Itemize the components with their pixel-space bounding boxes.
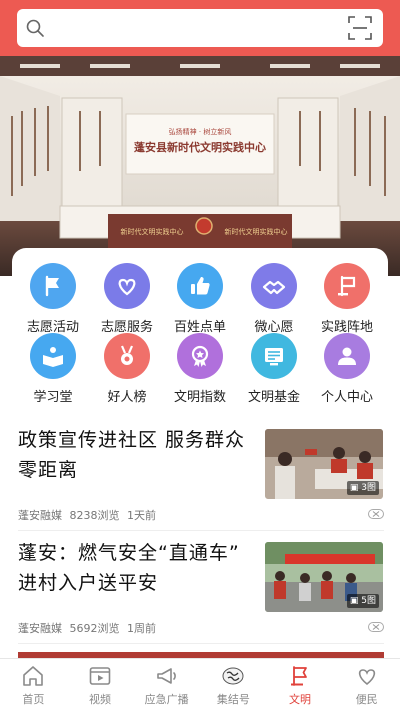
service-civility-index[interactable]: 文明指数 [165,333,235,405]
nav-label: 首页 [22,693,45,706]
divider [18,643,384,644]
heart-icon [358,669,375,686]
news-item[interactable]: 政策宣传进社区 服务群众零距离 ▣ 3图 蓬安融媒 8238浏览 1天前 [18,425,384,525]
nav-convenience[interactable]: 便民 [333,659,400,711]
banner-slogan: 弘扬精神 · 树立新风 [169,127,232,136]
news-meta: 蓬安融媒 8238浏览 1天前 [18,507,160,523]
news-thumbnail[interactable]: ▣ 3图 [265,429,383,499]
service-volunteer-activity[interactable]: 志愿活动 [18,263,88,335]
hero-banner[interactable]: 弘扬精神 · 树立新风 蓬安县新时代文明实践中心 新时代文明实践中心 新时代文明… [0,56,400,276]
image-count-badge: ▣ 3图 [346,481,379,495]
dismiss-button[interactable] [368,509,384,519]
news-thumbnail[interactable]: ▣ 5图 [265,542,383,612]
banner-title: 蓬安县新时代文明实践中心 [134,140,266,154]
nav-label: 视频 [89,693,111,706]
award-icon [177,333,223,379]
service-label: 学习堂 [33,390,73,405]
search-input[interactable] [17,9,383,47]
nav-label: 便民 [355,693,378,706]
news-source: 蓬安融媒 [18,509,62,522]
service-good-people-list[interactable]: 好人榜 [92,333,162,405]
news-time: 1周前 [127,622,156,635]
service-civility-fund[interactable]: 文明基金 [239,333,309,405]
news-views: 5692浏览 [69,622,120,635]
image-count: 5图 [361,596,376,606]
nav-emergency-broadcast[interactable]: 应急广播 [133,659,200,711]
thumbs-up-icon [177,263,223,309]
flag-icon [30,263,76,309]
bottom-nav: 首页 视频 应急广播 集结号 文明 便民 [0,658,400,711]
medal-icon [104,333,150,379]
dismiss-button[interactable] [368,622,384,632]
video-icon [89,667,111,685]
service-label: 文明基金 [247,390,300,405]
service-label: 文明指数 [173,390,226,405]
user-icon [324,333,370,379]
nav-gathering[interactable]: 集结号 [200,659,267,711]
news-meta: 蓬安融媒 5692浏览 1周前 [18,620,160,636]
nav-label: 应急广播 [144,693,189,706]
service-citizen-order[interactable]: 百姓点单 [165,263,235,335]
nav-label: 文明 [289,693,312,706]
nav-home[interactable]: 首页 [0,659,67,711]
nav-video[interactable]: 视频 [67,659,134,711]
image-count-badge: ▣ 5图 [346,594,379,608]
gathering-icon [222,667,244,685]
news-item[interactable]: 蓬安：燃气安全“直通车” 进村入户送平安 ▣ 5图 蓬安融媒 5692浏览 1周… [18,538,384,638]
handshake-icon [251,263,297,309]
service-micro-wish[interactable]: 微心愿 [239,263,309,335]
search-icon [26,19,44,37]
image-icon: ▣ [349,483,359,493]
service-grid: 志愿活动 志愿服务 百姓点单 微心愿 实践阵地 学习堂 好人榜 文明指数 文明基… [12,248,388,406]
megaphone-icon [156,668,176,684]
news-title[interactable]: 蓬安：燃气安全“直通车” 进村入户送平安 [18,538,250,598]
service-volunteer-service[interactable]: 志愿服务 [92,263,162,335]
certificate-icon [251,333,297,379]
image-count: 3图 [361,483,376,493]
close-icon [372,624,380,630]
scan-icon[interactable] [347,15,373,41]
service-label: 个人中心 [320,390,373,405]
service-label: 好人榜 [107,390,147,405]
desk-sign-left: 新时代文明实践中心 [121,227,184,236]
heart-hands-icon [104,263,150,309]
service-practice-base[interactable]: 实践阵地 [312,263,382,335]
nav-label: 集结号 [216,693,250,706]
desk-sign-right: 新时代文明实践中心 [225,227,288,236]
book-reader-icon [30,333,76,379]
top-bar [0,0,400,56]
news-time: 1天前 [127,509,156,522]
home-icon [23,666,44,686]
news-title[interactable]: 政策宣传进社区 服务群众零距离 [18,425,250,485]
close-icon [372,511,380,517]
nav-civilization[interactable]: 文明 [267,659,334,711]
flag-post-icon [324,263,370,309]
service-study-hall[interactable]: 学习堂 [18,333,88,405]
banner-image: 弘扬精神 · 树立新风 蓬安县新时代文明实践中心 新时代文明实践中心 新时代文明… [0,56,400,276]
news-views: 8238浏览 [69,509,120,522]
divider [18,530,384,531]
service-personal-center[interactable]: 个人中心 [312,333,382,405]
image-icon: ▣ [349,596,359,606]
news-source: 蓬安融媒 [18,622,62,635]
civilization-icon [291,666,307,686]
